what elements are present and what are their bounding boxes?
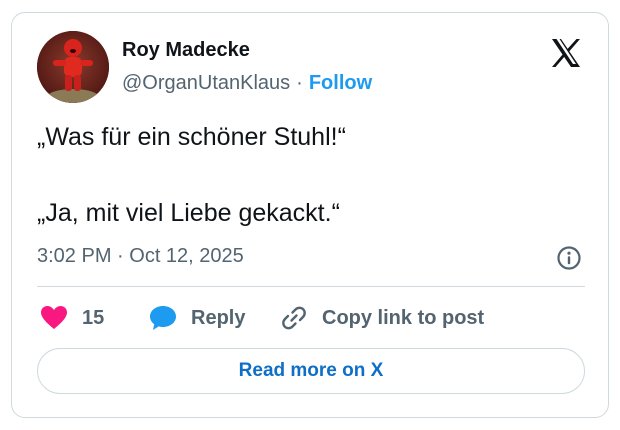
tweet-text-line: „Ja, mit viel Liebe gekackt.“ (37, 199, 340, 227)
speech-bubble-icon (150, 306, 176, 330)
link-icon (282, 306, 306, 330)
tweet-card: Roy Madecke @OrganUtanKlaus · Follow „Was … (11, 12, 609, 418)
info-icon[interactable] (556, 245, 582, 271)
x-logo-icon[interactable] (549, 36, 583, 70)
copy-link-button[interactable]: Copy link to post (280, 303, 484, 333)
handle-row: @OrganUtanKlaus · Follow (122, 72, 372, 95)
heart-icon (41, 306, 67, 329)
user-handle[interactable]: @OrganUtanKlaus (122, 72, 290, 94)
divider (37, 286, 585, 287)
follow-button[interactable]: Follow (309, 72, 372, 94)
avatar[interactable] (37, 31, 109, 103)
like-count: 15 (82, 306, 105, 329)
reply-label: Reply (191, 306, 246, 329)
red-plush-figure-avatar-icon (37, 31, 109, 103)
display-name[interactable]: Roy Madecke (122, 39, 250, 62)
copy-link-label: Copy link to post (322, 306, 485, 329)
reply-button[interactable]: Reply (149, 303, 245, 333)
timestamp-link[interactable]: 3:02 PM · Oct 12, 2025 (37, 245, 244, 268)
read-more-button[interactable]: Read more on X (37, 348, 585, 394)
like-button[interactable]: 15 (40, 303, 104, 333)
separator-dot: · (296, 72, 303, 94)
tweet-text-line: „Was für ein schöner Stuhl!“ (37, 123, 346, 151)
